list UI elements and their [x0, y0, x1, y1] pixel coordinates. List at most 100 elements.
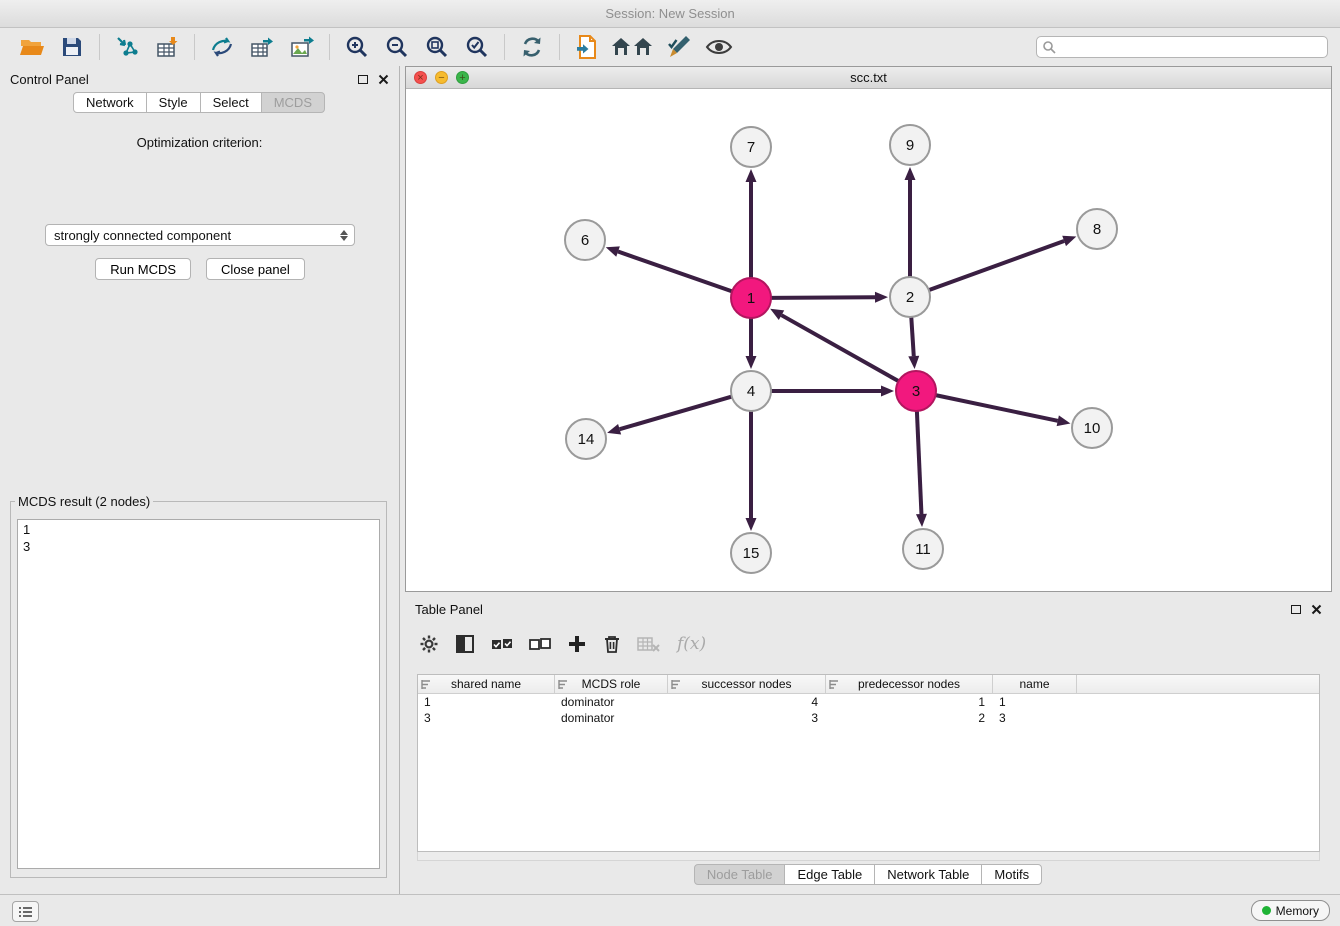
- network-canvas[interactable]: 7968124314101511: [406, 89, 1331, 591]
- deselect-all-icon[interactable]: [529, 635, 551, 653]
- search-icon: [1042, 40, 1056, 59]
- import-table-icon[interactable]: [147, 31, 187, 63]
- delete-row-icon[interactable]: [603, 634, 621, 654]
- memory-label: Memory: [1276, 904, 1319, 918]
- mcds-result-group: MCDS result (2 nodes) 1 3: [10, 494, 387, 878]
- float-panel-icon[interactable]: [358, 75, 368, 84]
- column-header-predecessor-nodes[interactable]: predecessor nodes: [826, 675, 993, 693]
- graph-edge-arrow: [875, 292, 888, 303]
- control-panel-header: Control Panel: [0, 66, 399, 92]
- table-body: 1dominator4113dominator323: [418, 694, 1319, 726]
- new-network-from-selection-icon[interactable]: [567, 31, 607, 63]
- close-panel-button[interactable]: Close panel: [206, 258, 305, 280]
- graph-edge-3-11[interactable]: [917, 411, 922, 514]
- graph-node-label: 1: [747, 290, 755, 307]
- refresh-icon[interactable]: [512, 31, 552, 63]
- open-session-icon[interactable]: [12, 31, 52, 63]
- close-table-panel-icon[interactable]: [1311, 604, 1322, 615]
- graph-edge-2-3[interactable]: [911, 317, 913, 356]
- graph-edge-arrow: [905, 167, 916, 180]
- show-hide-icon[interactable]: [699, 31, 739, 63]
- save-session-icon[interactable]: [52, 31, 92, 63]
- zoom-fit-icon[interactable]: [417, 31, 457, 63]
- tab-network-table[interactable]: Network Table: [874, 864, 982, 885]
- tab-style[interactable]: Style: [146, 92, 201, 113]
- search-field-wrap: [1036, 36, 1328, 58]
- network-window-titlebar[interactable]: scc.txt: [406, 67, 1331, 89]
- table-panel-tabs: Node Table Edge Table Network Table Moti…: [405, 864, 1332, 885]
- search-input[interactable]: [1036, 36, 1328, 58]
- graph-node-label: 14: [578, 431, 595, 448]
- network-graph: 7968124314101511: [406, 89, 1331, 591]
- tab-node-table[interactable]: Node Table: [694, 864, 786, 885]
- criterion-dropdown[interactable]: strongly connected component: [45, 224, 355, 246]
- toolbar-separator: [194, 34, 195, 60]
- maximize-window-icon[interactable]: [456, 71, 469, 84]
- table-cell[interactable]: 3: [668, 711, 826, 725]
- zoom-selected-icon[interactable]: [457, 31, 497, 63]
- graph-node-label: 3: [912, 383, 920, 400]
- network-analyzer-icon[interactable]: [607, 31, 659, 63]
- table-panel: Table Panel: [405, 596, 1332, 890]
- table-cell[interactable]: 3: [418, 711, 555, 725]
- table-cell[interactable]: 1: [418, 695, 555, 709]
- graph-edge-arrow: [908, 356, 919, 369]
- function-icon[interactable]: f(x): [677, 634, 706, 654]
- graph-edge-arrow: [916, 514, 927, 527]
- column-layout-icon[interactable]: [455, 634, 475, 654]
- export-table-icon[interactable]: [242, 31, 282, 63]
- select-all-icon[interactable]: [491, 635, 513, 653]
- graph-node-label: 10: [1084, 420, 1101, 437]
- tab-select[interactable]: Select: [200, 92, 262, 113]
- graph-edge-1-2[interactable]: [771, 297, 875, 298]
- delete-table-icon[interactable]: [637, 635, 661, 653]
- graph-edge-3-10[interactable]: [936, 395, 1058, 421]
- zoom-in-icon[interactable]: [337, 31, 377, 63]
- table-cell[interactable]: 4: [668, 695, 826, 709]
- column-header-successor-nodes[interactable]: successor nodes: [668, 675, 826, 693]
- graph-edge-arrow: [881, 386, 894, 397]
- mcds-result-box[interactable]: 1 3: [17, 519, 380, 869]
- tab-mcds[interactable]: MCDS: [261, 92, 325, 113]
- table-cell[interactable]: 1: [993, 695, 1077, 709]
- main-toolbar: [0, 28, 1340, 66]
- column-header-mcds-role[interactable]: MCDS role: [555, 675, 668, 693]
- graph-edge-3-1[interactable]: [781, 315, 898, 381]
- memory-button[interactable]: Memory: [1251, 900, 1330, 921]
- gear-icon[interactable]: [419, 634, 439, 654]
- minimize-window-icon[interactable]: [435, 71, 448, 84]
- table-cell[interactable]: dominator: [555, 711, 668, 725]
- table-cell[interactable]: 1: [826, 695, 993, 709]
- table-row[interactable]: 3dominator323: [418, 710, 1319, 726]
- table-header-row: shared name MCDS role successor nodes pr…: [418, 675, 1319, 694]
- zoom-out-icon[interactable]: [377, 31, 417, 63]
- table-cell[interactable]: 3: [993, 711, 1077, 725]
- close-window-icon[interactable]: [414, 71, 427, 84]
- graph-edge-2-8[interactable]: [929, 241, 1064, 290]
- table-row[interactable]: 1dominator411: [418, 694, 1319, 710]
- tab-network[interactable]: Network: [73, 92, 147, 113]
- add-row-icon[interactable]: [567, 634, 587, 654]
- task-history-icon[interactable]: [12, 901, 39, 922]
- column-header-name[interactable]: name: [993, 675, 1077, 693]
- dropdown-stepper-icon: [340, 230, 350, 241]
- apply-style-icon[interactable]: [659, 31, 699, 63]
- export-image-icon[interactable]: [282, 31, 322, 63]
- table-cell[interactable]: 2: [826, 711, 993, 725]
- table-horizontal-scrollbar[interactable]: [417, 852, 1320, 861]
- column-header-shared-name[interactable]: shared name: [418, 675, 555, 693]
- graph-edge-4-14[interactable]: [620, 397, 732, 430]
- mcds-result-line: 3: [23, 538, 374, 555]
- graph-node-label: 2: [906, 289, 914, 306]
- export-network-icon[interactable]: [202, 31, 242, 63]
- toolbar-separator: [559, 34, 560, 60]
- import-network-icon[interactable]: [107, 31, 147, 63]
- network-window-title: scc.txt: [850, 70, 887, 85]
- float-table-panel-icon[interactable]: [1291, 605, 1301, 614]
- close-panel-icon[interactable]: [378, 74, 389, 85]
- graph-edge-1-6[interactable]: [618, 252, 732, 292]
- tab-motifs[interactable]: Motifs: [981, 864, 1042, 885]
- table-cell[interactable]: dominator: [555, 695, 668, 709]
- tab-edge-table[interactable]: Edge Table: [784, 864, 875, 885]
- run-mcds-button[interactable]: Run MCDS: [95, 258, 191, 280]
